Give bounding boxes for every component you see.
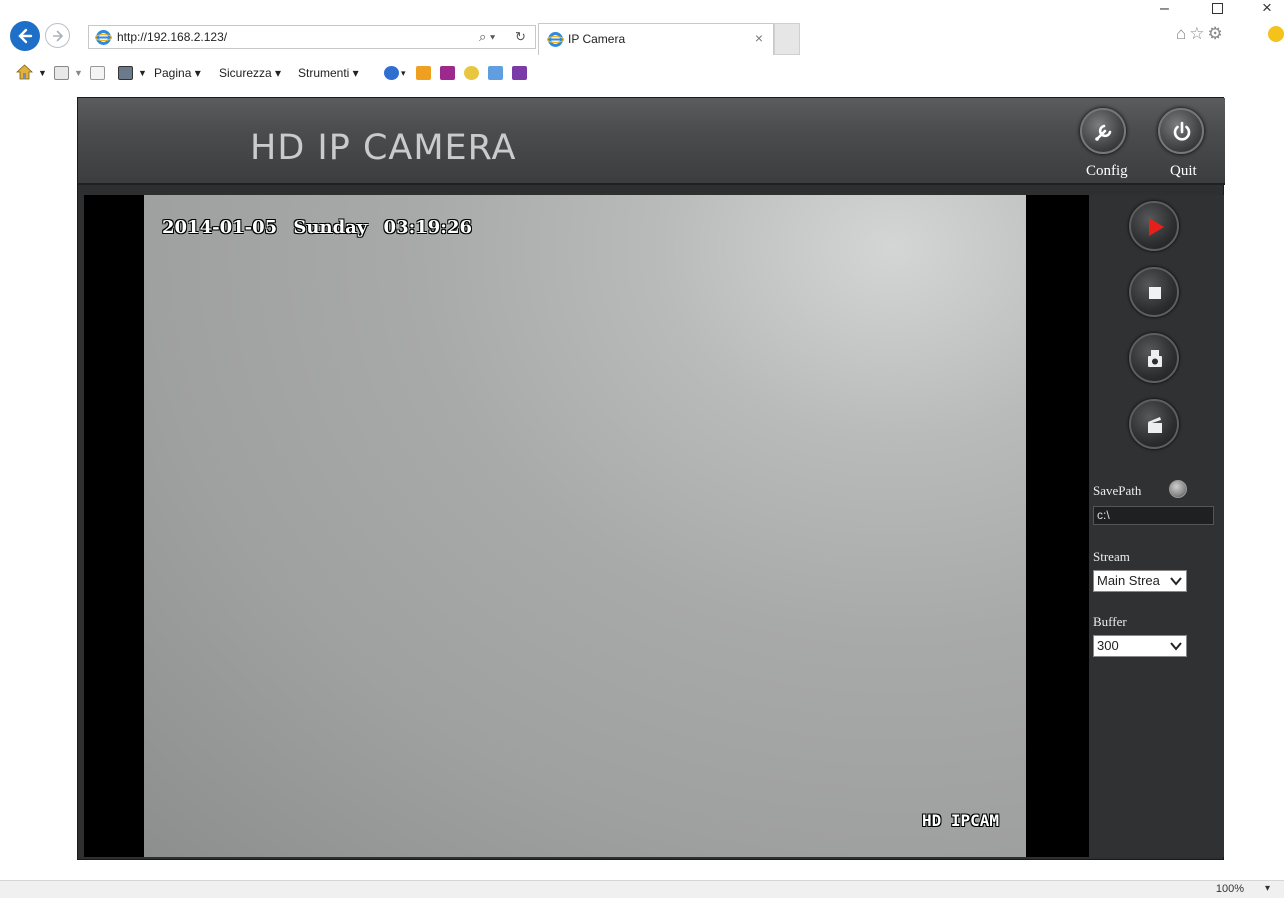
- close-tab-icon[interactable]: ×: [755, 30, 763, 46]
- help-dropdown-icon[interactable]: ▾: [401, 68, 406, 79]
- stream-label: Stream: [1093, 549, 1130, 564]
- savepath-input[interactable]: c:\: [1093, 506, 1214, 525]
- onenote-linked-icon[interactable]: [512, 66, 527, 80]
- config-button[interactable]: [1080, 108, 1126, 154]
- buffer-label: Buffer: [1093, 614, 1127, 629]
- savepath-label: SavePath: [1093, 483, 1142, 498]
- app-header: HD IP CAMERA Config Quit: [78, 98, 1225, 185]
- browser-titlebar: http://192.168.2.123/ ⌕ ▾ ↻ IP Camera × …: [0, 0, 1284, 58]
- command-bar: ▼ ▼ ▼ Pagina ▾ Sicurezza ▾ Strumenti ▾ ▾: [0, 58, 1284, 88]
- feeds-icon[interactable]: [54, 66, 69, 80]
- ie-icon: [95, 30, 112, 45]
- back-button[interactable]: [10, 21, 40, 51]
- osd-brand: HD IPCAM: [922, 811, 1000, 830]
- status-bar: 100% ▾: [0, 880, 1284, 898]
- zoom-dropdown-icon[interactable]: ▾: [1265, 883, 1270, 894]
- stream-select-value: Main Strea: [1097, 573, 1160, 588]
- clapperboard-icon: [1148, 417, 1162, 433]
- power-icon: [1173, 121, 1191, 141]
- help-icon[interactable]: [384, 66, 399, 80]
- feeds-dropdown-icon[interactable]: ▼: [74, 68, 83, 78]
- refresh-icon[interactable]: ↻: [515, 29, 526, 45]
- ip-camera-app: HD IP CAMERA Config Quit 2014-01-05 Sund…: [77, 97, 1225, 860]
- close-window-icon[interactable]: ×: [1262, 0, 1272, 18]
- minimize-icon[interactable]: –: [1160, 0, 1169, 18]
- home-dropdown-icon[interactable]: ▼: [38, 68, 47, 78]
- menu-strumenti[interactable]: Strumenti ▾: [298, 66, 359, 80]
- url-text: http://192.168.2.123/: [117, 30, 228, 44]
- quit-label[interactable]: Quit: [1170, 163, 1197, 180]
- play-button[interactable]: [1129, 201, 1179, 251]
- home-star-gear-icons[interactable]: ⌂☆⚙: [1176, 24, 1226, 44]
- browser-window: http://192.168.2.123/ ⌕ ▾ ↻ IP Camera × …: [0, 0, 1284, 898]
- stream-select[interactable]: Main Strea: [1093, 570, 1187, 592]
- osd-timestamp: 2014-01-05 Sunday 03:19:26: [162, 217, 472, 238]
- snapshot-button[interactable]: [1129, 333, 1179, 383]
- control-panel: SavePath c:\ Stream Main Strea Buffer 30…: [1089, 195, 1224, 857]
- menu-pagina[interactable]: Pagina ▾: [154, 66, 201, 80]
- chevron-down-icon: [1170, 642, 1182, 651]
- print-dropdown-icon[interactable]: ▼: [138, 68, 147, 78]
- video-frame[interactable]: 2014-01-05 Sunday 03:19:26 HD IPCAM: [144, 195, 1026, 857]
- app-title: HD IP CAMERA: [250, 128, 517, 168]
- print-icon[interactable]: [118, 66, 133, 80]
- mail-icon[interactable]: [90, 66, 105, 80]
- play-icon: [1149, 218, 1164, 236]
- onenote-icon[interactable]: [440, 66, 455, 80]
- home-icon[interactable]: [16, 64, 33, 80]
- back-arrow-icon: [18, 28, 33, 44]
- maximize-icon[interactable]: [1212, 3, 1223, 14]
- forward-button[interactable]: [45, 23, 70, 48]
- search-icon[interactable]: ⌕ ▾: [479, 29, 495, 45]
- messenger-icon[interactable]: [488, 66, 503, 80]
- settings-gear-icon[interactable]: [464, 66, 479, 80]
- feedback-smiley-icon[interactable]: [1268, 26, 1284, 42]
- new-tab-button[interactable]: [774, 23, 800, 55]
- tab-ip-camera[interactable]: IP Camera ×: [538, 23, 774, 55]
- config-label[interactable]: Config: [1086, 163, 1128, 180]
- menu-sicurezza[interactable]: Sicurezza ▾: [219, 66, 281, 80]
- chevron-down-icon: [1170, 577, 1182, 586]
- forward-arrow-icon: [53, 30, 64, 42]
- zoom-level[interactable]: 100%: [1216, 883, 1244, 895]
- record-button[interactable]: [1129, 399, 1179, 449]
- live-video-panel[interactable]: 2014-01-05 Sunday 03:19:26 HD IPCAM: [84, 195, 1089, 857]
- camera-icon: [1148, 350, 1162, 367]
- ie-tab-icon: [547, 32, 564, 47]
- java-icon[interactable]: [416, 66, 431, 80]
- browse-folder-button[interactable]: [1169, 480, 1187, 498]
- address-bar[interactable]: http://192.168.2.123/ ⌕ ▾ ↻: [88, 25, 536, 49]
- stop-icon: [1149, 287, 1161, 299]
- buffer-select-value: 300: [1097, 638, 1119, 653]
- buffer-select[interactable]: 300: [1093, 635, 1187, 657]
- quit-button[interactable]: [1158, 108, 1204, 154]
- wrench-icon: [1095, 124, 1112, 141]
- tab-title: IP Camera: [568, 32, 626, 46]
- stop-button[interactable]: [1129, 267, 1179, 317]
